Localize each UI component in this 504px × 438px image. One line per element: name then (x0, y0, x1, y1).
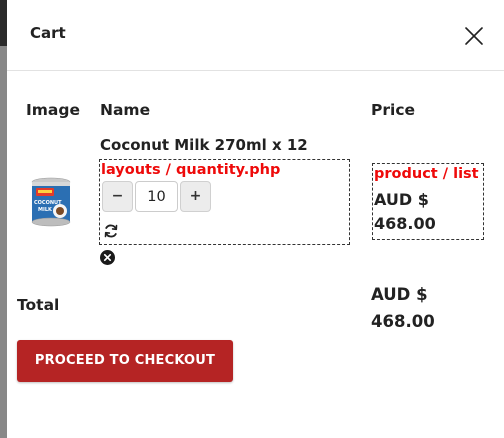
page-backdrop (0, 0, 7, 438)
close-icon (465, 27, 483, 45)
column-header-price: Price (371, 101, 416, 119)
coconut-milk-can-image: COCONUT MILK (31, 177, 71, 227)
product-image[interactable]: COCONUT MILK (30, 177, 72, 227)
quantity-decrement-button[interactable]: − (102, 181, 133, 212)
column-header-image: Image (26, 101, 80, 119)
debug-price-template-label: product / list (374, 166, 479, 182)
can-label-milk: MILK (38, 207, 53, 213)
remove-icon (100, 250, 115, 265)
total-label: Total (17, 296, 60, 314)
backdrop-dark-strip (0, 0, 7, 46)
total-value: AUD $ 468.00 (371, 285, 435, 331)
cart-title: Cart (30, 24, 66, 42)
quantity-increment-button[interactable]: + (180, 181, 211, 212)
remove-item-button[interactable] (100, 250, 115, 265)
item-price: AUD $ 468.00 (374, 190, 436, 233)
quantity-debug-box: layouts / quantity.php − + (99, 159, 350, 245)
price-debug-box: product / list AUD $ 468.00 (372, 163, 484, 240)
proceed-to-checkout-button[interactable]: PROCEED TO CHECKOUT (17, 340, 233, 382)
refresh-icon[interactable] (103, 223, 119, 239)
cart-panel: Cart Image Name Price COCONUT MILK Cocon… (7, 0, 504, 438)
cart-header: Cart (7, 0, 504, 71)
close-button[interactable] (463, 25, 485, 47)
product-name[interactable]: Coconut Milk 270ml x 12 (100, 136, 308, 154)
debug-quantity-template-label: layouts / quantity.php (101, 162, 281, 178)
quantity-input[interactable] (135, 181, 178, 212)
column-header-name: Name (100, 101, 151, 119)
